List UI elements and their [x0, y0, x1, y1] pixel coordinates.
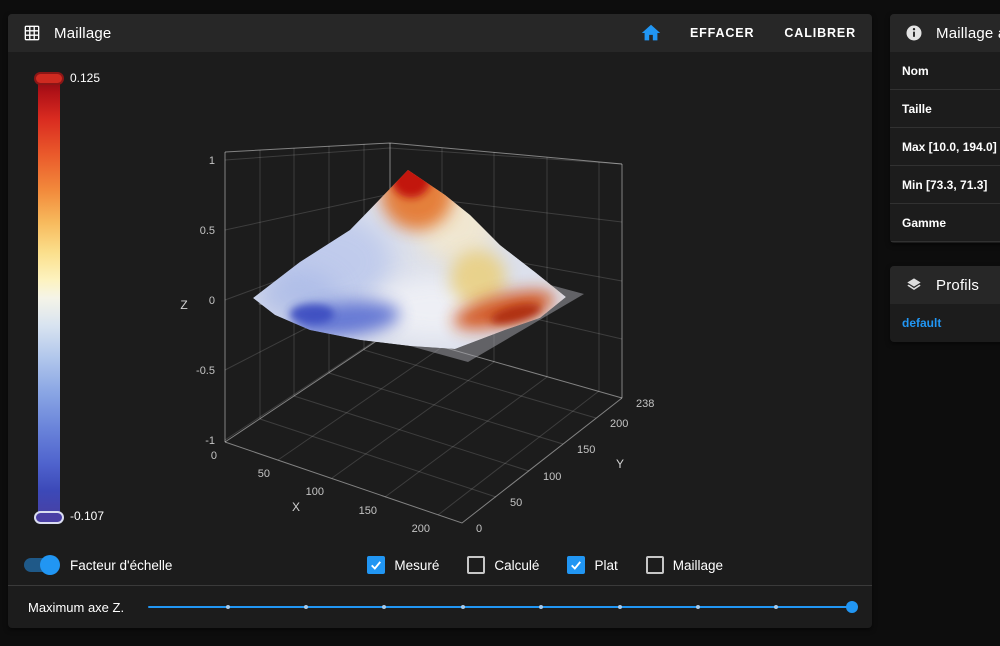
slider-tick — [774, 605, 778, 609]
colorbar-min-label: -0.107 — [70, 509, 104, 523]
z-tick: -1 — [205, 435, 215, 447]
bed-mesh-plot: 1 0.5 0 -0.5 -1 Z 0 50 100 150 200 X 0 5… — [8, 52, 872, 585]
panel-title: Maillage — [54, 25, 111, 42]
checkbox-label: Calculé — [494, 558, 539, 573]
profiles-toolbar: Profils — [890, 266, 1000, 304]
checkbox-box — [467, 556, 485, 574]
checkbox-flat[interactable]: Plat — [567, 556, 617, 574]
y-tick: 200 — [610, 418, 628, 430]
clear-button[interactable]: EFFACER — [688, 22, 756, 44]
x-tick: 100 — [306, 486, 324, 498]
scale-factor-toggle[interactable]: Facteur d'échelle — [24, 558, 172, 573]
info-row-label: Gamme — [902, 216, 946, 230]
calibrate-button[interactable]: CALIBRER — [782, 22, 858, 44]
profile-item-default[interactable]: default — [890, 304, 1000, 341]
info-row-label: Taille — [902, 102, 932, 116]
scale-toggle-label: Facteur d'échelle — [70, 558, 172, 573]
checkbox-box — [567, 556, 585, 574]
checkbox-wireframe[interactable]: Maillage — [646, 556, 723, 574]
slider-tick — [226, 605, 230, 609]
plot-box — [225, 143, 622, 523]
plot-controls: Facteur d'échelle Mesuré Calculé — [24, 550, 856, 580]
x-axis-label: X — [292, 500, 300, 514]
app-background: Maillage EFFACER CALIBRER 0.125 -0.107 — [0, 0, 1000, 646]
check-icon — [569, 558, 583, 572]
plot-grid — [225, 144, 622, 515]
flat-plane — [258, 244, 584, 362]
checkbox-computed[interactable]: Calculé — [467, 556, 539, 574]
slider-tick — [539, 605, 543, 609]
plot-area: 0.125 -0.107 — [8, 52, 872, 585]
mesh-info-toolbar: Maillage a — [890, 14, 1000, 52]
z-tick: 0 — [209, 295, 215, 307]
info-row-label: Min [73.3, 71.3] — [902, 178, 987, 192]
toggle-knob — [40, 555, 60, 575]
checkbox-label: Plat — [594, 558, 617, 573]
z-max-slider[interactable] — [148, 606, 852, 608]
y-tick: 50 — [510, 497, 522, 509]
z-max-slider-row: Maximum axe Z. — [8, 586, 872, 628]
mesh-info-panel: Maillage a Nom Taille Max [10.0, 194.0] … — [890, 14, 1000, 243]
layer-checkboxes: Mesuré Calculé Plat — [367, 556, 723, 574]
slider-tick — [304, 605, 308, 609]
colorbar-min-handle[interactable] — [34, 511, 64, 524]
z-max-slider-label: Maximum axe Z. — [28, 600, 124, 615]
checkbox-box — [646, 556, 664, 574]
x-tick: 50 — [258, 468, 270, 480]
slider-thumb[interactable] — [846, 601, 858, 613]
profiles-icon — [904, 275, 924, 295]
check-icon — [369, 558, 383, 572]
slider-tick — [618, 605, 622, 609]
z-tick: 1 — [209, 155, 215, 167]
plot-tick-labels: 1 0.5 0 -0.5 -1 Z 0 50 100 150 200 X 0 5… — [180, 155, 654, 535]
x-tick: 200 — [412, 523, 430, 535]
info-row-size: Taille — [890, 90, 1000, 128]
profiles-panel: Profils default — [890, 266, 1000, 342]
x-tick: 0 — [211, 450, 217, 462]
slider-tick — [461, 605, 465, 609]
home-icon[interactable] — [640, 22, 662, 44]
z-tick: -0.5 — [196, 365, 215, 377]
checkbox-label: Mesuré — [394, 558, 439, 573]
y-tick: 238 — [636, 398, 654, 410]
info-row-label: Max [10.0, 194.0] — [902, 140, 997, 154]
grid-icon — [22, 23, 42, 43]
info-panel-title: Maillage a — [936, 25, 1000, 42]
y-axis-label: Y — [616, 457, 624, 471]
colorbar-max-label: 0.125 — [70, 71, 100, 85]
info-row-min: Min [73.3, 71.3] — [890, 166, 1000, 204]
info-row-max: Max [10.0, 194.0] — [890, 128, 1000, 166]
mesh-surface — [253, 158, 566, 349]
colorbar — [38, 74, 60, 522]
mesh-panel: Maillage EFFACER CALIBRER 0.125 -0.107 — [8, 14, 872, 628]
profiles-title: Profils — [936, 277, 979, 294]
checkbox-box — [367, 556, 385, 574]
info-row-range: Gamme — [890, 204, 1000, 242]
x-tick: 150 — [359, 505, 377, 517]
slider-tick — [382, 605, 386, 609]
info-row-name: Nom — [890, 52, 1000, 90]
checkbox-label: Maillage — [673, 558, 723, 573]
info-row-label: Nom — [902, 64, 929, 78]
y-tick: 0 — [476, 523, 482, 535]
toggle-switch[interactable] — [24, 558, 58, 572]
info-icon — [904, 23, 924, 43]
y-tick: 100 — [543, 471, 561, 483]
z-axis-label: Z — [180, 298, 187, 312]
z-tick: 0.5 — [200, 225, 215, 237]
checkbox-measured[interactable]: Mesuré — [367, 556, 439, 574]
slider-tick — [696, 605, 700, 609]
toolbar-actions: EFFACER CALIBRER — [640, 22, 858, 44]
mesh-toolbar: Maillage EFFACER CALIBRER — [8, 14, 872, 52]
colorbar-max-handle[interactable] — [34, 72, 64, 85]
y-tick: 150 — [577, 444, 595, 456]
